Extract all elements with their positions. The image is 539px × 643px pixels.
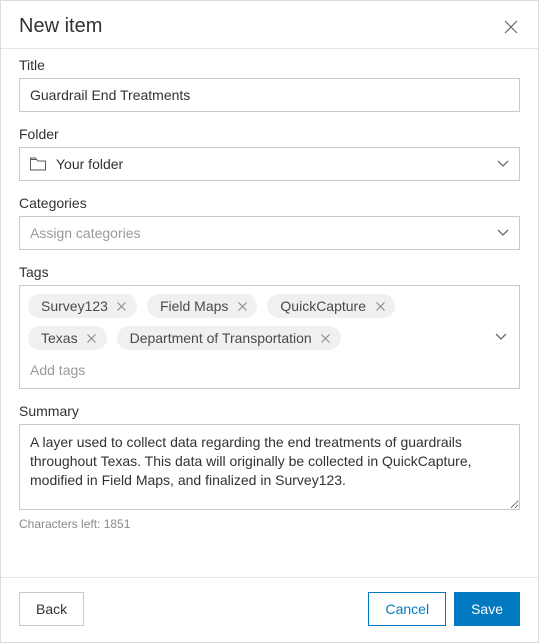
- close-icon: [504, 20, 518, 34]
- dialog-header: New item: [1, 1, 538, 48]
- title-field: Title: [19, 57, 520, 112]
- close-icon: [321, 334, 330, 343]
- folder-label: Folder: [19, 126, 520, 142]
- tag-chip: Department of Transportation: [117, 326, 341, 350]
- categories-field: Categories Assign categories: [19, 195, 520, 250]
- summary-textarea[interactable]: [19, 424, 520, 510]
- tag-remove-button[interactable]: [116, 300, 128, 312]
- summary-field: Summary Characters left: 1851: [19, 403, 520, 531]
- tag-remove-button[interactable]: [320, 332, 332, 344]
- title-input[interactable]: [19, 78, 520, 112]
- dialog-footer: Back Cancel Save: [1, 578, 538, 642]
- close-icon: [376, 302, 385, 311]
- close-icon: [238, 302, 247, 311]
- tag-chip: Field Maps: [147, 294, 257, 318]
- chevron-down-icon: [497, 160, 509, 168]
- title-label: Title: [19, 57, 520, 73]
- footer-actions: Cancel Save: [368, 592, 520, 626]
- back-button[interactable]: Back: [19, 592, 84, 626]
- tag-label: Survey123: [41, 298, 108, 314]
- folder-icon: [30, 157, 48, 171]
- tag-label: Field Maps: [160, 298, 228, 314]
- categories-label: Categories: [19, 195, 520, 211]
- tag-remove-button[interactable]: [86, 332, 98, 344]
- cancel-button[interactable]: Cancel: [368, 592, 446, 626]
- tags-label: Tags: [19, 264, 520, 280]
- tags-add-input[interactable]: [28, 358, 168, 382]
- dialog-title: New item: [19, 15, 102, 38]
- tags-field: Tags Survey123 Field Maps: [19, 264, 520, 389]
- tags-input-box[interactable]: Survey123 Field Maps QuickCapture: [19, 285, 520, 389]
- save-button[interactable]: Save: [454, 592, 520, 626]
- tag-remove-button[interactable]: [236, 300, 248, 312]
- tag-chip: QuickCapture: [267, 294, 395, 318]
- close-icon: [87, 334, 96, 343]
- tags-wrap: Survey123 Field Maps QuickCapture: [28, 294, 483, 382]
- tag-label: QuickCapture: [280, 298, 366, 314]
- tag-remove-button[interactable]: [374, 300, 386, 312]
- chevron-down-icon: [497, 229, 509, 237]
- categories-select[interactable]: Assign categories: [19, 216, 520, 250]
- tag-chip: Texas: [28, 326, 107, 350]
- tag-chip: Survey123: [28, 294, 137, 318]
- tag-label: Department of Transportation: [130, 330, 312, 346]
- close-icon: [117, 302, 126, 311]
- new-item-dialog: New item Title Folder Your folder: [0, 0, 539, 643]
- chevron-down-icon: [495, 333, 507, 341]
- categories-placeholder: Assign categories: [30, 225, 141, 241]
- dialog-body: Title Folder Your folder Categories Assi…: [1, 49, 538, 577]
- folder-select[interactable]: Your folder: [19, 147, 520, 181]
- tag-label: Texas: [41, 330, 78, 346]
- summary-label: Summary: [19, 403, 520, 419]
- folder-field: Folder Your folder: [19, 126, 520, 181]
- close-button[interactable]: [502, 18, 520, 36]
- summary-char-counter: Characters left: 1851: [19, 517, 520, 531]
- folder-selected-value: Your folder: [56, 156, 123, 172]
